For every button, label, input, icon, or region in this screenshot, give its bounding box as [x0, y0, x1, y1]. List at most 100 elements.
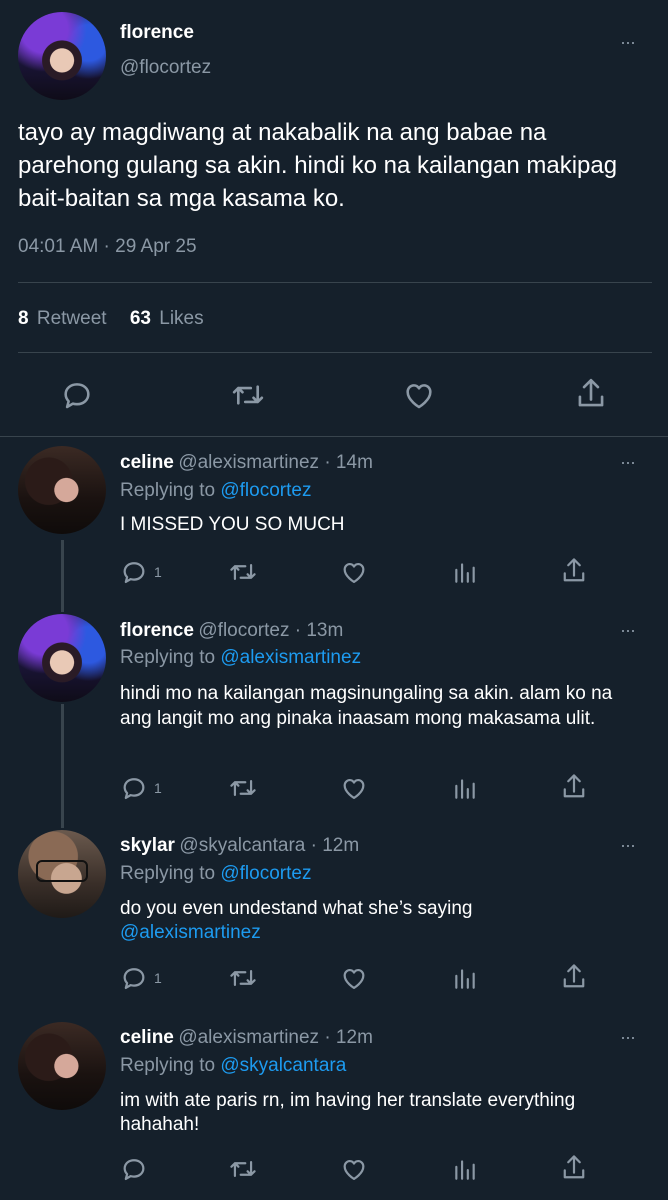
like-button[interactable]	[340, 774, 368, 802]
like-button[interactable]	[340, 964, 368, 992]
share-icon	[563, 774, 585, 798]
share-button[interactable]	[560, 962, 588, 992]
like-button[interactable]	[340, 558, 368, 586]
replying-to-prefix: Replying to	[120, 863, 216, 884]
retweet-button[interactable]	[228, 774, 258, 802]
more-options-icon[interactable]: ···	[620, 620, 636, 641]
share-icon	[578, 378, 604, 407]
replying-to-prefix: Replying to	[120, 647, 216, 668]
thread-line	[61, 704, 64, 828]
share-button[interactable]	[560, 1153, 588, 1183]
heart-icon	[343, 778, 365, 800]
reply-icon	[64, 383, 90, 409]
author-handle[interactable]: @flocortez	[120, 57, 211, 79]
reply-text: do you even undestand what she’s saying	[120, 898, 473, 919]
author-meta[interactable]: @alexismartinez · 14m	[178, 452, 373, 473]
author-meta[interactable]: @flocortez · 13m	[198, 620, 343, 641]
like-label[interactable]: Likes	[159, 308, 203, 329]
reply-text: I MISSED YOU SO MUCH	[120, 514, 345, 535]
like-count[interactable]: 63	[130, 308, 151, 329]
replying-to-handle[interactable]: @alexismartinez	[220, 647, 361, 668]
reply-text: hindi mo na kailangan magsinungaling sa …	[120, 683, 613, 729]
replying-to-handle[interactable]: @skyalcantara	[220, 1055, 346, 1076]
replying-to: Replying to @skyalcantara	[120, 1055, 346, 1077]
replying-to-prefix: Replying to	[120, 480, 216, 501]
avatar[interactable]	[18, 1022, 106, 1110]
author-name[interactable]: florence	[120, 22, 194, 44]
analytics-button[interactable]	[452, 964, 478, 992]
share-icon	[563, 1155, 585, 1179]
avatar[interactable]	[18, 12, 106, 100]
avatar[interactable]	[18, 446, 106, 534]
reply-header: celine @alexismartinez · 14m	[120, 452, 373, 474]
reply-header: celine @alexismartinez · 12m	[120, 1027, 373, 1049]
replying-to-handle[interactable]: @flocortez	[220, 863, 311, 884]
author-name[interactable]: celine	[120, 1027, 174, 1048]
reply-button[interactable]: 1	[120, 964, 162, 992]
more-options-icon[interactable]: ···	[620, 32, 636, 53]
author-meta[interactable]: @skyalcantara · 12m	[179, 835, 359, 856]
replying-to: Replying to @alexismartinez	[120, 647, 361, 669]
analytics-button[interactable]	[452, 1155, 478, 1183]
divider	[18, 352, 652, 353]
reply-button[interactable]: 1	[120, 558, 162, 586]
author-name[interactable]: skylar	[120, 835, 175, 856]
share-button[interactable]	[560, 772, 588, 802]
author-name[interactable]: celine	[120, 452, 174, 473]
analytics-icon	[455, 969, 475, 989]
reply-icon	[123, 1159, 145, 1181]
retweet-count[interactable]: 8	[18, 308, 29, 329]
share-icon	[563, 964, 585, 988]
heart-icon	[343, 1159, 365, 1181]
author-meta[interactable]: @alexismartinez · 12m	[178, 1027, 373, 1048]
divider	[18, 282, 652, 283]
reply-icon	[123, 968, 145, 990]
like-button[interactable]	[402, 378, 436, 412]
like-button[interactable]	[340, 1155, 368, 1183]
tweet-timestamp[interactable]: 04:01 AM · 29 Apr 25	[18, 236, 197, 258]
reply-button[interactable]	[120, 1155, 154, 1183]
share-button[interactable]	[574, 376, 608, 412]
reply-count: 1	[154, 970, 162, 986]
retweet-button[interactable]	[228, 558, 258, 586]
thread-line	[61, 540, 64, 612]
reply-button[interactable]	[60, 378, 94, 412]
more-options-icon[interactable]: ···	[620, 452, 636, 473]
replying-to-prefix: Replying to	[120, 1055, 216, 1076]
analytics-icon	[455, 779, 475, 799]
retweet-icon	[230, 563, 256, 581]
glasses-decoration	[36, 860, 88, 882]
reply-text: im with ate paris rn, im having her tran…	[120, 1090, 576, 1135]
heart-icon	[343, 968, 365, 990]
share-button[interactable]	[560, 556, 588, 586]
analytics-icon	[455, 563, 475, 583]
retweet-icon	[230, 779, 256, 797]
heart-icon	[343, 562, 365, 584]
reply-count: 1	[154, 780, 162, 796]
retweet-button[interactable]	[228, 964, 258, 992]
analytics-icon	[455, 1160, 475, 1180]
analytics-button[interactable]	[452, 774, 478, 802]
retweet-label[interactable]: Retweet	[37, 308, 107, 329]
mention-link[interactable]: @alexismartinez	[120, 921, 261, 945]
reply-button[interactable]: 1	[120, 774, 162, 802]
share-icon	[563, 558, 585, 582]
reply-header: skylar @skyalcantara · 12m	[120, 835, 359, 857]
replying-to: Replying to @flocortez	[120, 863, 311, 885]
tweet-text: tayo ay magdiwang at nakabalik na ang ba…	[18, 119, 618, 212]
heart-icon	[406, 384, 432, 409]
reply-header: florence @flocortez · 13m	[120, 620, 343, 642]
avatar[interactable]	[18, 830, 106, 918]
retweet-icon	[230, 969, 256, 987]
avatar[interactable]	[18, 614, 106, 702]
reply-count: 1	[154, 564, 162, 580]
author-name[interactable]: florence	[120, 620, 194, 641]
more-options-icon[interactable]: ···	[620, 835, 636, 856]
retweet-button[interactable]	[230, 378, 266, 412]
more-options-icon[interactable]: ···	[620, 1027, 636, 1048]
analytics-button[interactable]	[452, 558, 478, 586]
retweet-button[interactable]	[228, 1155, 258, 1183]
divider	[0, 436, 668, 437]
retweet-icon	[232, 385, 264, 405]
replying-to-handle[interactable]: @flocortez	[220, 480, 311, 501]
